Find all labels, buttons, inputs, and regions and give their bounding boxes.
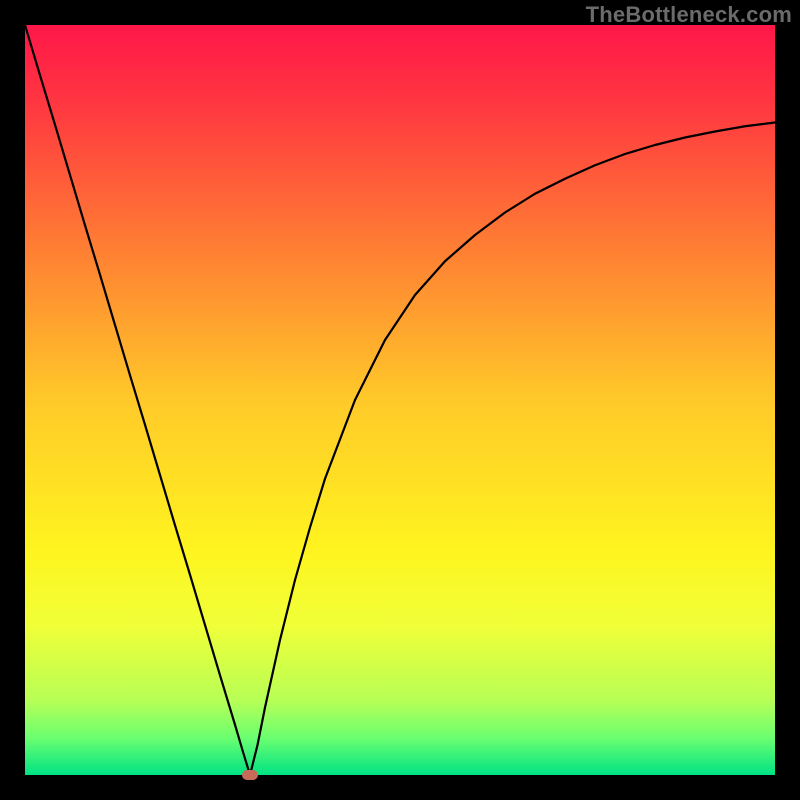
bottleneck-plot (25, 25, 775, 775)
chart-frame: TheBottleneck.com (0, 0, 800, 800)
minimum-marker (242, 770, 258, 780)
watermark-text: TheBottleneck.com (586, 2, 792, 28)
